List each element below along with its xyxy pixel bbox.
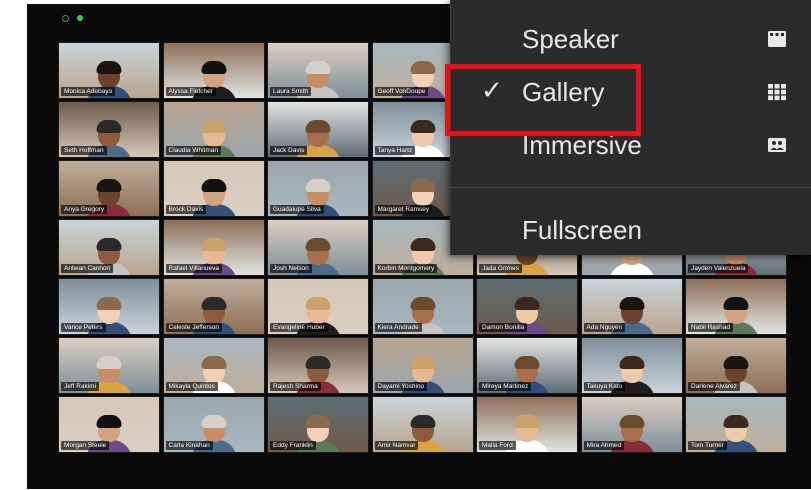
participant-tile[interactable]: Jack Davis: [267, 101, 369, 158]
menu-item-fullscreen[interactable]: Fullscreen: [451, 207, 811, 255]
participant-tile[interactable]: Evangeline Huber: [267, 278, 369, 335]
participant-tile[interactable]: Ada Nguyen: [580, 278, 683, 335]
participant-name: Amir Namvar: [374, 441, 419, 450]
participant-name: Evangeline Huber: [270, 323, 328, 332]
participant-name: Tanya Hartz: [374, 146, 416, 155]
participant-name: Jayden Valenzuela: [688, 264, 749, 273]
menu-item-speaker[interactable]: Speaker: [451, 16, 811, 64]
participant-tile[interactable]: Monica Adebayo: [58, 42, 160, 99]
participant-tile[interactable]: Carla Kinahan: [162, 396, 265, 453]
participant-name: Damon Bonilla: [479, 323, 528, 332]
participant-tile[interactable]: Amir Namvar: [371, 396, 474, 453]
participant-name: Mireya Martinez: [479, 382, 532, 391]
participant-tile[interactable]: Rafael Villanueva: [162, 219, 265, 276]
participant-name: Geoff VonDoupe: [374, 87, 429, 96]
participant-name: Takuya Kato: [583, 382, 626, 391]
participant-name: Dayami Yoshino: [374, 382, 428, 391]
participant-tile[interactable]: Darlene Alvarez: [685, 337, 787, 394]
participant-tile[interactable]: Mireya Martinez: [476, 337, 578, 394]
participant-name: Korbin Montgomery: [374, 264, 438, 273]
participant-name: Mikayla Quintos: [165, 382, 218, 391]
participant-name: Carla Kinahan: [165, 441, 213, 450]
participant-name: Alyssa Fletcher: [165, 87, 216, 96]
participant-tile[interactable]: Anya Gregory: [58, 160, 160, 217]
participant-tile[interactable]: Damon Bonilla: [476, 278, 578, 335]
participant-name: Guadalupe Silva: [270, 205, 324, 214]
speaker-view-icon: [768, 31, 786, 47]
participant-tile[interactable]: Claudia Whitman: [162, 101, 265, 158]
participant-name: Margaret Ramsey: [374, 205, 433, 214]
participant-tile[interactable]: Dayami Yoshino: [371, 337, 474, 394]
participant-name: Kiera Andrade: [374, 323, 422, 332]
participant-tile[interactable]: Morgan Steele: [58, 396, 160, 453]
participant-tile[interactable]: Jeff Rakimi: [58, 337, 160, 394]
participant-name: Josh Nelson: [270, 264, 312, 273]
participant-name: Brock Davis: [165, 205, 207, 214]
participant-tile[interactable]: Eddy Franklin: [267, 396, 369, 453]
participant-name: Darlene Alvarez: [688, 382, 740, 391]
participant-tile[interactable]: Nabil Rashad: [685, 278, 787, 335]
menu-item-label: Speaker: [522, 24, 619, 54]
participant-tile[interactable]: Brock Davis: [162, 160, 265, 217]
participant-name: Anya Gregory: [61, 205, 108, 214]
participant-tile[interactable]: Laura Smith: [267, 42, 369, 99]
participant-tile[interactable]: Kiera Andrade: [371, 278, 474, 335]
participant-name: Mira Ahmed: [583, 441, 625, 450]
participant-name: Vance Peters: [61, 323, 106, 332]
participant-name: Jada Grimes: [479, 264, 522, 273]
participant-tile[interactable]: Guadalupe Silva: [267, 160, 369, 217]
participant-tile[interactable]: Josh Nelson: [267, 219, 369, 276]
participant-name: Seth Hoffman: [61, 146, 107, 155]
participant-tile[interactable]: Rajesh Sharma: [267, 337, 369, 394]
participant-tile[interactable]: Mira Ahmed: [580, 396, 683, 453]
participant-name: Rafael Villanueva: [165, 264, 222, 273]
participant-tile[interactable]: Tom Turner: [685, 396, 787, 453]
info-icon[interactable]: [62, 15, 69, 22]
participant-name: Eddy Franklin: [270, 441, 316, 450]
menu-item-label: Fullscreen: [522, 215, 642, 245]
participant-name: Celeste Jefferson: [165, 323, 222, 332]
menu-divider: [451, 187, 811, 188]
participant-name: Monica Adebayo: [61, 87, 116, 96]
participant-name: Jeff Rakimi: [61, 382, 100, 391]
participant-name: Jack Davis: [270, 146, 308, 155]
participant-name: Ada Nguyen: [583, 323, 626, 332]
participant-tile[interactable]: Celeste Jefferson: [162, 278, 265, 335]
participant-name: Laura Smith: [270, 87, 312, 96]
encryption-status-icon[interactable]: [77, 15, 83, 21]
participant-name: Malia Ford: [479, 441, 516, 450]
participant-tile[interactable]: Seth Hoffman: [58, 101, 160, 158]
participant-name: Claudia Whitman: [165, 146, 221, 155]
participant-tile[interactable]: Takuya Kato: [580, 337, 683, 394]
gallery-highlight-box: [445, 64, 641, 136]
participant-tile[interactable]: Vance Peters: [58, 278, 160, 335]
participant-name: Nabil Rashad: [688, 323, 734, 332]
participant-name: Morgan Steele: [61, 441, 110, 450]
immersive-view-icon: [768, 138, 786, 152]
participant-name: Antwan Cannon: [61, 264, 114, 273]
participant-tile[interactable]: Alyssa Fletcher: [162, 42, 265, 99]
participant-tile[interactable]: Mikayla Quintos: [162, 337, 265, 394]
participant-tile[interactable]: Malia Ford: [476, 396, 578, 453]
participant-name: Tom Turner: [688, 441, 727, 450]
participant-tile[interactable]: Antwan Cannon: [58, 219, 160, 276]
participant-name: Rajesh Sharma: [270, 382, 321, 391]
gallery-grid-icon: [768, 84, 786, 101]
